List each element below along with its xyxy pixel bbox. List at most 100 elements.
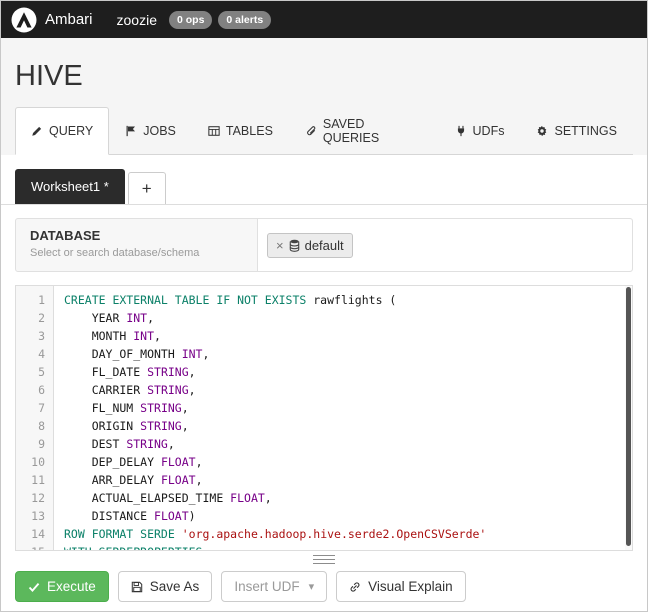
action-toolbar: Execute Save As Insert UDF ▾ Visual Expl… [1, 567, 647, 612]
visual-explain-label: Visual Explain [368, 579, 453, 594]
insert-udf-label: Insert UDF [234, 579, 299, 594]
tab-settings[interactable]: SETTINGS [520, 107, 633, 155]
line-number: 7 [16, 399, 53, 417]
code-token: STRING [126, 437, 168, 451]
resize-grip-icon[interactable] [313, 555, 335, 564]
worksheet-tabs: Worksheet1 * + [1, 155, 647, 205]
pencil-icon [31, 125, 43, 137]
database-label: DATABASE [30, 228, 243, 243]
code-token: ARR_DELAY [64, 473, 161, 487]
table-icon [208, 125, 220, 137]
add-worksheet-button[interactable]: + [128, 172, 166, 204]
code-token: DISTANCE [64, 509, 154, 523]
execute-button[interactable]: Execute [15, 571, 109, 602]
tab-saved-queries[interactable]: SAVED QUERIES [289, 107, 439, 155]
ops-badge[interactable]: 0 ops [169, 11, 212, 29]
paperclip-icon [305, 125, 317, 137]
code-token: ) [189, 509, 196, 523]
code-token: , [189, 365, 196, 379]
tab-label: UDFs [473, 124, 505, 138]
code-token: INT [182, 347, 203, 361]
hive-view-window: Ambari zoozie 0 ops 0 alerts HIVE QUERY J… [0, 0, 648, 612]
code-token: YEAR [64, 311, 126, 325]
visual-explain-button[interactable]: Visual Explain [336, 571, 466, 602]
line-number: 15 [16, 543, 53, 551]
code-line: MONTH INT, [64, 327, 632, 345]
code-token: , [182, 419, 189, 433]
tab-jobs[interactable]: JOBS [109, 107, 192, 155]
database-panel: DATABASE Select or search database/schem… [15, 218, 633, 272]
page-title: HIVE [15, 60, 633, 93]
code-token: FLOAT [161, 455, 196, 469]
check-icon [28, 581, 40, 593]
code-token: STRING [147, 365, 189, 379]
tab-label: SETTINGS [554, 124, 617, 138]
worksheet-tab-active[interactable]: Worksheet1 * [15, 169, 125, 204]
save-icon [131, 581, 143, 593]
remove-tag-icon[interactable]: × [276, 239, 284, 252]
page-header: HIVE QUERY JOBS TABLES SAVED QUERIES UDFs SET… [1, 38, 647, 155]
code-token: DEST [64, 437, 126, 451]
code-line: ORIGIN STRING, [64, 417, 632, 435]
line-number: 3 [16, 327, 53, 345]
code-token: FLOAT [161, 473, 196, 487]
caret-down-icon: ▾ [309, 580, 315, 593]
line-number: 2 [16, 309, 53, 327]
save-as-button[interactable]: Save As [118, 571, 213, 602]
code-line: DISTANCE FLOAT) [64, 507, 632, 525]
code-token: STRING [140, 401, 182, 415]
code-line: DEST STRING, [64, 435, 632, 453]
code-token: STRING [147, 383, 189, 397]
brand-link[interactable]: Ambari [45, 11, 93, 28]
database-tag[interactable]: ×default [267, 233, 353, 258]
editor-code[interactable]: CREATE EXTERNAL TABLE IF NOT EXISTS rawf… [54, 286, 632, 550]
code-line: WITH SERDEPROPERTIES [64, 543, 632, 550]
code-token: CARRIER [64, 383, 147, 397]
line-number: 5 [16, 363, 53, 381]
line-number: 4 [16, 345, 53, 363]
line-number: 10 [16, 453, 53, 471]
code-token: , [196, 473, 203, 487]
alerts-badge[interactable]: 0 alerts [218, 11, 271, 29]
link-icon [349, 581, 361, 593]
code-token: INT [133, 329, 154, 343]
flag-icon [125, 125, 137, 137]
code-token: , [154, 329, 161, 343]
gear-icon [536, 125, 548, 137]
tab-udfs[interactable]: UDFs [439, 107, 521, 155]
database-label-group: DATABASE Select or search database/schem… [16, 219, 257, 271]
insert-udf-button[interactable]: Insert UDF ▾ [221, 571, 327, 602]
code-line: DAY_OF_MONTH INT, [64, 345, 632, 363]
line-number: 8 [16, 417, 53, 435]
line-number: 13 [16, 507, 53, 525]
tab-tables[interactable]: TABLES [192, 107, 289, 155]
code-token: , [189, 383, 196, 397]
main-tabs: QUERY JOBS TABLES SAVED QUERIES UDFs SETTINGS [15, 107, 633, 155]
tab-label: QUERY [49, 124, 93, 138]
cluster-name-link[interactable]: zoozie [117, 12, 157, 28]
tab-label: SAVED QUERIES [323, 117, 423, 145]
ambari-logo-icon[interactable] [11, 7, 37, 33]
tab-query[interactable]: QUERY [15, 107, 109, 155]
code-token [175, 527, 182, 541]
code-token: , [196, 455, 203, 469]
code-token: , [168, 437, 175, 451]
code-token: INT [126, 311, 147, 325]
execute-label: Execute [47, 579, 96, 594]
editor-scrollbar[interactable] [625, 286, 632, 550]
code-line: FL_DATE STRING, [64, 363, 632, 381]
query-editor[interactable]: 123456789101112131415 CREATE EXTERNAL TA… [15, 285, 633, 551]
code-token: CREATE EXTERNAL TABLE IF NOT EXISTS [64, 293, 306, 307]
code-token: ROW FORMAT SERDE [64, 527, 175, 541]
code-token: 'org.apache.hadoop.hive.serde2.OpenCSVSe… [182, 527, 487, 541]
tab-label: JOBS [143, 124, 176, 138]
scrollbar-thumb[interactable] [626, 287, 631, 546]
tab-label: TABLES [226, 124, 273, 138]
line-number: 11 [16, 471, 53, 489]
code-line: YEAR INT, [64, 309, 632, 327]
code-token: DEP_DELAY [64, 455, 161, 469]
editor-resize-row [15, 551, 633, 567]
code-token: , [202, 347, 209, 361]
database-select-input[interactable]: ×default [257, 219, 632, 271]
code-token: ORIGIN [64, 419, 140, 433]
